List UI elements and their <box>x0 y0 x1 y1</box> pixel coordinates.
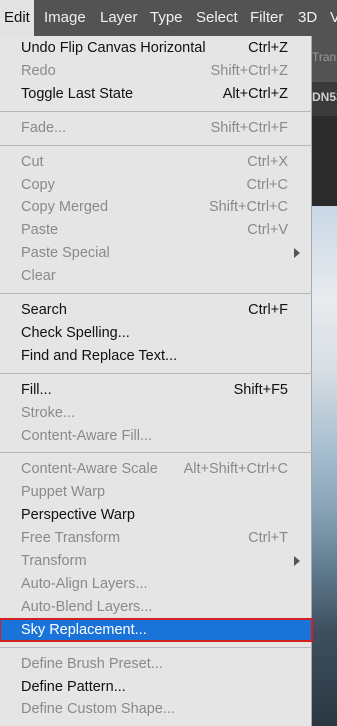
menu-item-copy[interactable]: Copy Ctrl+C <box>0 174 312 196</box>
menubar-select[interactable]: Select <box>196 0 238 36</box>
menu-separator <box>0 110 312 112</box>
menu-item-shortcut: Ctrl+C <box>246 176 289 193</box>
menubar-3d[interactable]: 3D <box>298 0 317 36</box>
menu-item-label: Search <box>21 302 67 318</box>
menu-item-shortcut: Ctrl+T <box>248 530 288 547</box>
canvas-photo <box>312 206 337 726</box>
menu-item-shortcut: Shift+Ctrl+F <box>210 119 288 136</box>
menu-item-define-pattern[interactable]: Define Pattern... <box>0 676 312 698</box>
menu-item-label: Toggle Last State <box>21 85 134 102</box>
menu-item-toggle-last-state[interactable]: Toggle Last State Alt+Ctrl+Z <box>0 83 312 105</box>
menu-item-shortcut: Ctrl+F <box>248 302 288 318</box>
menu-item-paste-special[interactable]: Paste Special <box>0 242 312 264</box>
menu-separator <box>0 372 312 374</box>
menu-item-label: Fill... <box>21 381 52 398</box>
menu-item-label: Cut <box>21 153 44 170</box>
menu-separator <box>0 452 312 454</box>
submenu-arrow-icon <box>294 556 300 566</box>
menu-item-label: Clear <box>21 268 56 285</box>
menubar-view[interactable]: V <box>330 0 337 36</box>
menu-item-shortcut: Shift+F5 <box>233 381 288 398</box>
menubar-type[interactable]: Type <box>150 0 183 36</box>
menubar-image[interactable]: Image <box>44 0 86 36</box>
menu-item-shortcut: Shift+Ctrl+C <box>209 199 288 216</box>
menu-item-redo[interactable]: Redo Shift+Ctrl+Z <box>0 60 312 82</box>
menu-item-find-and-replace-text[interactable]: Find and Replace Text... <box>0 345 312 367</box>
menu-item-fade[interactable]: Fade... Shift+Ctrl+F <box>0 117 312 139</box>
menu-item-define-brush-preset[interactable]: Define Brush Preset... <box>0 653 312 675</box>
menu-item-label: Check Spelling... <box>21 324 130 341</box>
menubar-filter[interactable]: Filter <box>250 0 283 36</box>
menu-item-define-custom-shape[interactable]: Define Custom Shape... <box>0 698 312 720</box>
menu-item-label: Copy Merged <box>21 199 109 216</box>
menu-item-undo-flip-canvas-horizontal[interactable]: Undo Flip Canvas Horizontal Ctrl+Z <box>0 37 312 59</box>
menu-item-content-aware-fill[interactable]: Content-Aware Fill... <box>0 425 312 447</box>
menu-item-label: Define Brush Preset... <box>21 655 163 672</box>
menu-separator <box>0 293 312 294</box>
menu-item-auto-blend-layers[interactable]: Auto-Blend Layers... <box>0 596 312 618</box>
menu-bar: Edit Image Layer Type Select Filter 3D V <box>0 0 337 36</box>
menu-item-label: Undo Flip Canvas Horizontal <box>21 40 206 56</box>
menu-item-auto-align-layers[interactable]: Auto-Align Layers... <box>0 573 312 595</box>
menu-item-label: Find and Replace Text... <box>21 347 178 364</box>
menu-separator <box>0 144 312 146</box>
menu-item-label: Perspective Warp <box>21 507 135 524</box>
options-transform-text: Transf <box>312 50 337 64</box>
menu-item-label: Sky Replacement... <box>21 621 147 638</box>
menu-item-label: Free Transform <box>21 530 121 547</box>
menubar-layer[interactable]: Layer <box>100 0 138 36</box>
menu-item-search[interactable]: Search Ctrl+F <box>0 299 312 321</box>
menubar-edit[interactable]: Edit <box>0 0 34 36</box>
menu-item-shortcut: Ctrl+X <box>247 153 288 170</box>
menu-item-label: Auto-Align Layers... <box>21 575 148 592</box>
menu-item-shortcut: Alt+Shift+Ctrl+C <box>183 461 288 478</box>
menu-item-label: Copy <box>21 176 55 193</box>
menu-item-label: Stroke... <box>21 404 75 421</box>
menu-item-label: Puppet Warp <box>21 484 106 501</box>
menu-item-puppet-warp[interactable]: Puppet Warp <box>0 481 312 503</box>
menu-item-shortcut: Alt+Ctrl+Z <box>222 85 288 102</box>
menu-item-label: Redo <box>21 62 56 79</box>
menu-item-perspective-warp[interactable]: Perspective Warp <box>0 504 312 526</box>
menu-item-cut[interactable]: Cut Ctrl+X <box>0 151 312 173</box>
menu-item-sky-replacement[interactable]: Sky Replacement... <box>0 617 313 642</box>
menu-item-label: Content-Aware Scale <box>21 461 158 478</box>
menu-item-shortcut: Shift+Ctrl+Z <box>210 62 288 79</box>
menu-item-label: Define Pattern... <box>21 678 126 695</box>
menu-item-label: Auto-Blend Layers... <box>21 598 153 615</box>
menu-item-label: Paste <box>21 222 59 239</box>
menu-item-check-spelling[interactable]: Check Spelling... <box>0 322 312 344</box>
menu-item-label: Define Custom Shape... <box>21 701 175 718</box>
menu-item-paste[interactable]: Paste Ctrl+V <box>0 219 312 241</box>
menu-item-stroke[interactable]: Stroke... <box>0 402 312 424</box>
canvas-background <box>312 116 337 206</box>
document-tab-title: DN53 <box>312 90 337 104</box>
menu-item-fill[interactable]: Fill... Shift+F5 <box>0 379 312 401</box>
menu-item-shortcut: Ctrl+V <box>247 222 288 239</box>
menu-item-content-aware-scale[interactable]: Content-Aware Scale Alt+Shift+Ctrl+C <box>0 458 312 480</box>
menu-item-shortcut: Ctrl+Z <box>248 40 288 56</box>
menu-item-copy-merged[interactable]: Copy Merged Shift+Ctrl+C <box>0 196 312 218</box>
menu-item-clear[interactable]: Clear <box>0 265 312 287</box>
menu-separator <box>0 646 312 648</box>
menu-item-label: Paste Special <box>21 245 110 262</box>
menu-item-transform[interactable]: Transform <box>0 550 312 572</box>
submenu-arrow-icon <box>294 248 300 259</box>
menu-item-label: Fade... <box>21 119 67 136</box>
menu-item-label: Content-Aware Fill... <box>21 427 153 444</box>
menu-item-label: Transform <box>21 553 87 569</box>
edit-menu-dropdown: Undo Flip Canvas Horizontal Ctrl+Z Redo Shi… <box>0 36 313 726</box>
menu-item-free-transform[interactable]: Free Transform Ctrl+T <box>0 527 312 549</box>
